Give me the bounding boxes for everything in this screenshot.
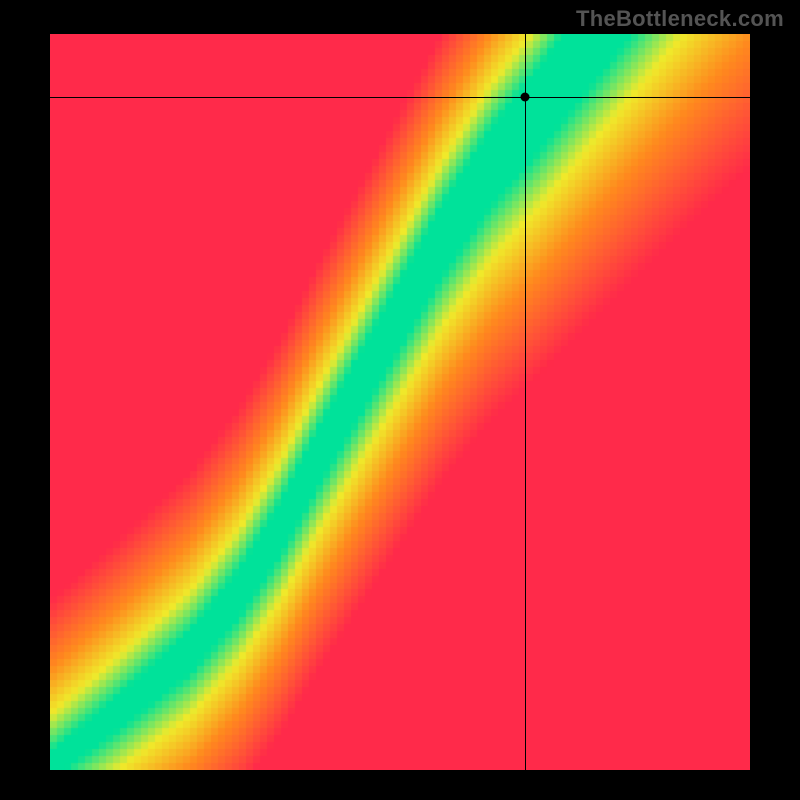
crosshair-marker-dot	[520, 92, 529, 101]
watermark-text: TheBottleneck.com	[576, 6, 784, 32]
crosshair-vertical	[525, 34, 526, 770]
chart-container: { "watermark": "TheBottleneck.com", "plo…	[0, 0, 800, 800]
crosshair-horizontal	[50, 97, 750, 98]
bottleneck-heatmap	[50, 34, 750, 770]
